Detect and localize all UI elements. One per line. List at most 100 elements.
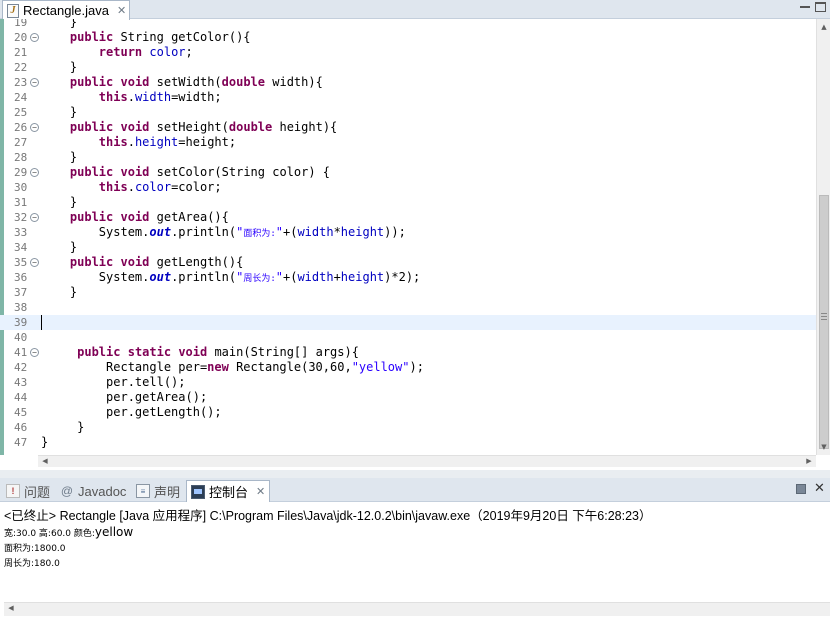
line-number: 37 <box>14 286 28 299</box>
code-token: } <box>41 105 78 119</box>
code-line[interactable]: 43 per.tell(); <box>0 375 816 390</box>
fold-toggle-icon[interactable]: − <box>30 213 39 222</box>
code-line[interactable]: 21 return color; <box>0 45 816 60</box>
editor-tab-rectangle-java[interactable]: J Rectangle.java ✕ <box>2 0 130 20</box>
code-token: setHeight( <box>149 120 229 134</box>
code-line[interactable]: 40 <box>0 330 816 345</box>
code-line[interactable]: 33 System.out.println("面积为:"+(width*heig… <box>0 225 816 240</box>
scroll-left-arrow-icon[interactable]: ◀ <box>6 603 16 615</box>
code-token: .println( <box>171 270 237 284</box>
console-output-line: 周长为:180.0 <box>4 559 60 569</box>
code-line[interactable]: 25 } <box>0 105 816 120</box>
code-token: System. <box>41 225 150 239</box>
tab-declaration[interactable]: ≡ 声明 <box>132 480 184 502</box>
code-line[interactable]: 38 <box>0 300 816 315</box>
line-number: 42 <box>14 361 28 374</box>
console-text: 宽:30.0 高:60.0 颜色: <box>4 529 95 539</box>
scrollbar-thumb[interactable] <box>819 195 829 449</box>
code-token: } <box>41 240 78 254</box>
code-editor[interactable]: J Rectangle.java ✕ 19 } 20− public String… <box>0 0 830 470</box>
close-icon[interactable]: ✕ <box>814 482 826 495</box>
code-token: =width; <box>171 90 222 104</box>
code-line[interactable]: 44 per.getArea(); <box>0 390 816 405</box>
text-caret <box>41 315 42 330</box>
sash-divider[interactable] <box>0 470 830 478</box>
code-line[interactable]: 20− public String getColor(){ <box>0 30 816 45</box>
line-number: 36 <box>14 271 28 284</box>
code-text: public void setColor(String color) { <box>41 165 330 180</box>
code-token: void <box>120 210 150 224</box>
code-line[interactable]: 41− public static void main(String[] arg… <box>0 345 816 360</box>
code-text: public void setHeight(double height){ <box>41 120 337 135</box>
code-token: ); <box>409 360 424 374</box>
line-number: 38 <box>14 301 28 314</box>
code-line[interactable]: 46 } <box>0 420 816 435</box>
code-line[interactable]: 35− public void getLength(){ <box>0 255 816 270</box>
code-text: public void getArea(){ <box>41 210 229 225</box>
code-line[interactable]: 32− public void getArea(){ <box>0 210 816 225</box>
tab-problems[interactable]: ! 问题 <box>2 480 54 502</box>
code-token: void <box>120 255 150 269</box>
code-token: )*2); <box>384 270 421 284</box>
code-token: } <box>41 285 78 299</box>
minimize-icon[interactable] <box>800 6 810 8</box>
line-number: 28 <box>14 151 28 164</box>
code-line[interactable]: 24 this.width=width; <box>0 90 816 105</box>
minimize-panel-icon[interactable] <box>796 484 806 494</box>
code-line[interactable]: 23− public void setWidth(double width){ <box>0 75 816 90</box>
code-line[interactable]: 22 } <box>0 60 816 75</box>
code-text: } <box>41 420 84 435</box>
code-token: "yellow" <box>351 360 410 374</box>
close-icon[interactable]: ✕ <box>117 4 126 17</box>
code-line[interactable]: 45 per.getLength(); <box>0 405 816 420</box>
fold-toggle-icon[interactable]: − <box>30 258 39 267</box>
code-token: public <box>69 210 114 224</box>
maximize-icon[interactable] <box>815 2 826 12</box>
code-token: width <box>297 270 334 284</box>
scroll-up-arrow-icon[interactable]: ▲ <box>819 21 829 33</box>
fold-toggle-icon[interactable]: − <box>30 168 39 177</box>
code-token: } <box>41 19 78 29</box>
code-line[interactable]: 30 this.color=color; <box>0 180 816 195</box>
code-text: per.getLength(); <box>41 405 222 420</box>
tab-label: 声明 <box>154 484 181 500</box>
fold-toggle-icon[interactable]: − <box>30 78 39 87</box>
code-line[interactable]: 27 this.height=height; <box>0 135 816 150</box>
code-line[interactable]: 47} <box>0 435 816 450</box>
javadoc-icon: @ <box>60 484 74 498</box>
code-line[interactable]: 37 } <box>0 285 816 300</box>
tab-label: 问题 <box>24 484 51 500</box>
code-token: height <box>340 225 385 239</box>
code-line[interactable]: 36 System.out.println("周长为:"+(width+heig… <box>0 270 816 285</box>
code-text-area[interactable]: 19 } 20− public String getColor(){21 retu… <box>0 19 816 455</box>
code-line[interactable]: 34 } <box>0 240 816 255</box>
fold-toggle-icon[interactable]: − <box>30 348 39 357</box>
console-horizontal-scrollbar[interactable]: ◀ <box>4 602 830 616</box>
fold-toggle-icon[interactable]: − <box>30 123 39 132</box>
tab-javadoc[interactable]: @ Javadoc <box>56 480 130 502</box>
line-number: 34 <box>14 241 28 254</box>
code-line[interactable]: 39 <box>0 315 816 330</box>
scroll-down-arrow-icon[interactable]: ▼ <box>819 441 829 453</box>
fold-toggle-icon[interactable]: − <box>30 33 39 42</box>
code-line[interactable]: 19 } <box>0 19 816 30</box>
code-line[interactable]: 26− public void setHeight(double height)… <box>0 120 816 135</box>
code-text: } <box>41 150 77 165</box>
code-line[interactable]: 31 } <box>0 195 816 210</box>
code-token: this <box>98 135 128 149</box>
line-number: 31 <box>14 196 28 209</box>
editor-horizontal-scrollbar[interactable]: ◀ ▶ <box>38 455 816 467</box>
code-token: height){ <box>272 120 338 134</box>
scroll-left-arrow-icon[interactable]: ◀ <box>40 456 50 468</box>
scroll-right-arrow-icon[interactable]: ▶ <box>804 456 814 468</box>
editor-vertical-scrollbar[interactable]: ▲ ▼ <box>816 19 830 455</box>
code-line[interactable]: 29− public void setColor(String color) { <box>0 165 816 180</box>
close-icon[interactable]: ✕ <box>256 485 265 498</box>
code-text: per.tell(); <box>41 375 185 390</box>
tab-console[interactable]: 控制台 ✕ <box>186 480 271 502</box>
code-line[interactable]: 42 Rectangle per=new Rectangle(30,60,"ye… <box>0 360 816 375</box>
code-line[interactable]: 28 } <box>0 150 816 165</box>
